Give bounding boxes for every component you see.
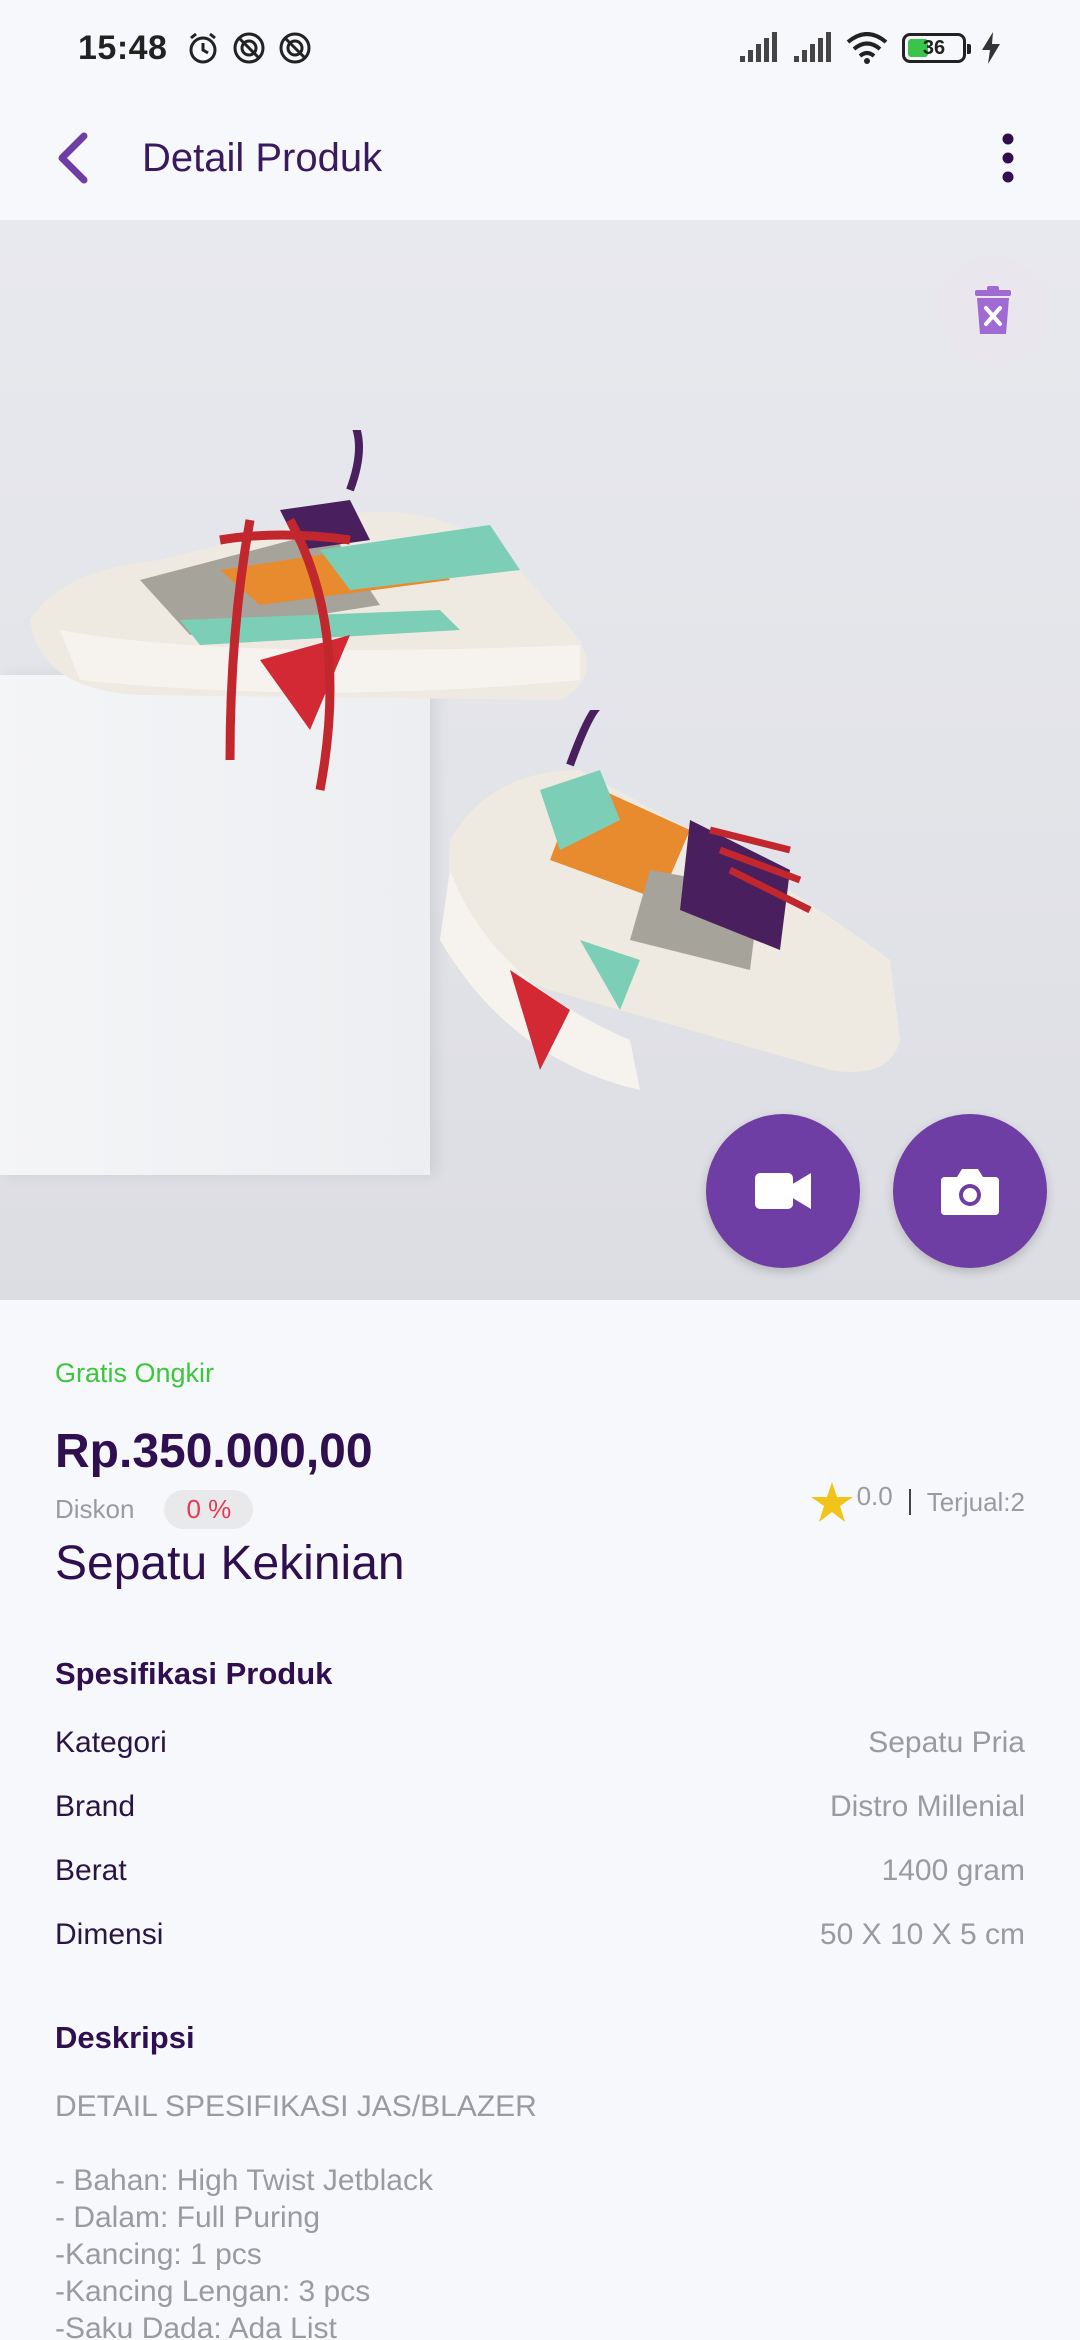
add-video-button[interactable] [706, 1114, 860, 1268]
alarm-icon [189, 32, 217, 64]
spec-row-brand: Brand Distro Millenial [55, 1790, 1025, 1824]
battery-icon: 36 [902, 33, 971, 63]
back-arrow-icon [58, 132, 88, 184]
status-right-icons: 36 [738, 32, 1002, 64]
spec-row-dimensi: Dimensi 50 X 10 X 5 cm [55, 1918, 1025, 1952]
status-left-icons [185, 30, 313, 66]
signal-icon [740, 32, 777, 62]
add-photo-button[interactable] [893, 1114, 1047, 1268]
product-name: Sepatu Kekinian [55, 1537, 405, 1590]
description-line: - Dalam: Full Puring [55, 2201, 321, 2234]
camera-icon [941, 1169, 999, 1215]
spec-section-title: Spesifikasi Produk [55, 1656, 333, 1691]
more-options-button[interactable] [978, 118, 1038, 198]
vpn-icon [233, 32, 265, 64]
spec-value: Distro Millenial [829, 1790, 1025, 1823]
product-price: Rp.350.000,00 [55, 1425, 373, 1478]
status-time: 15:48 [78, 28, 168, 67]
rating-value: 0.0 [856, 1480, 893, 1511]
description-line: - Bahan: High Twist Jetblack [55, 2164, 433, 2197]
sold-count: Terjual:2 [926, 1486, 1025, 1517]
back-button[interactable] [32, 118, 112, 198]
rating-row: 0.0 Terjual:2 [810, 1480, 1025, 1522]
spec-key: Brand [55, 1790, 136, 1823]
spec-key: Kategori [55, 1726, 167, 1759]
discount-row: Diskon 0 % [55, 1490, 254, 1529]
rating-divider [908, 1489, 911, 1515]
description-line: -Kancing: 1 pcs [55, 2238, 262, 2271]
spec-key: Dimensi [55, 1918, 164, 1951]
page-title: Detail Produk [142, 135, 383, 180]
delete-image-button[interactable] [938, 256, 1048, 366]
description-heading: DETAIL SPESIFIKASI JAS/BLAZER [55, 2090, 537, 2123]
charging-icon [982, 32, 1000, 64]
free-shipping-label: Gratis Ongkir [55, 1358, 215, 1388]
status-bar: 15:48 36 [0, 0, 1080, 96]
battery-level: 36 [922, 36, 946, 59]
description-line: -Kancing Lengan: 3 pcs [55, 2275, 371, 2308]
delete-icon [975, 286, 1011, 334]
videocam-icon [755, 1173, 811, 1209]
signal-icon [794, 32, 831, 62]
product-image[interactable] [0, 220, 1080, 1300]
description-title: Deskripsi [55, 2020, 195, 2055]
spec-value: 1400 gram [881, 1854, 1025, 1887]
spec-key: Berat [55, 1854, 127, 1887]
more-vertical-icon [1002, 133, 1014, 183]
app-bar: Detail Produk [0, 96, 1080, 220]
spec-row-berat: Berat 1400 gram [55, 1854, 1025, 1888]
spec-row-kategori: Kategori Sepatu Pria [55, 1726, 1025, 1760]
discount-badge: 0 % [164, 1490, 254, 1529]
discount-label: Diskon [55, 1494, 135, 1524]
star-icon [810, 1482, 853, 1522]
spec-value: 50 X 10 X 5 cm [819, 1918, 1025, 1951]
sneaker-illustration-bottom [440, 710, 900, 1090]
wifi-icon [846, 32, 888, 64]
vpn-icon [279, 32, 311, 64]
spec-value: Sepatu Pria [868, 1726, 1025, 1759]
description-line: -Saku Dada: Ada List [55, 2312, 337, 2340]
